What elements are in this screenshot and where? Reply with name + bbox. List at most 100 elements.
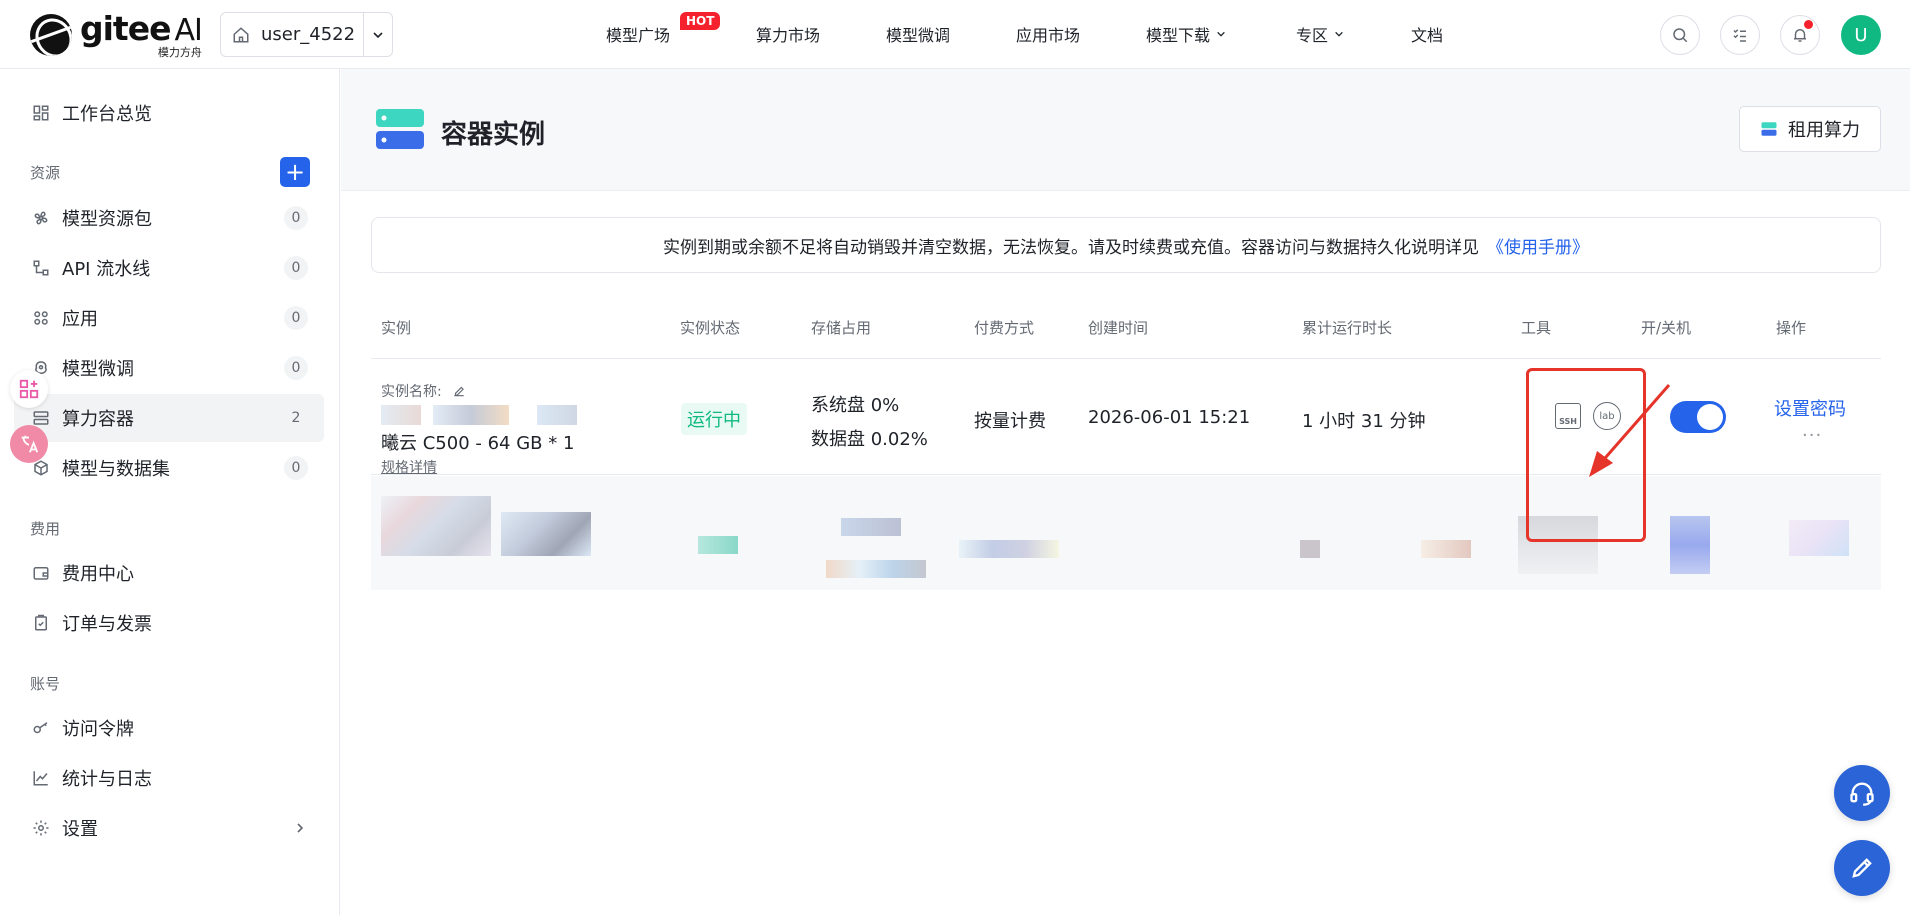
app-widget-button[interactable] <box>10 370 48 408</box>
add-resource-button[interactable]: + <box>280 157 310 187</box>
fan-icon <box>30 209 52 227</box>
sidebar: 工作台总览 资源 + 模型资源包 0 API 流水线 0 应用 0 模型微调 0… <box>0 69 340 915</box>
blurred-cell <box>501 512 591 556</box>
gitee-ai-logo[interactable]: gitee AI 模力方舟 <box>30 9 203 59</box>
page-header: 容器实例 租用算力 <box>341 69 1910 191</box>
section-account: 账号 <box>30 675 61 693</box>
chevron-down-icon <box>1335 31 1343 37</box>
hot-badge: HOT <box>680 12 721 30</box>
nav-model-square[interactable]: 模型广场 <box>606 22 670 46</box>
nav-docs[interactable]: 文档 <box>1411 22 1443 46</box>
blurred-cell <box>1421 540 1471 558</box>
nav-compute-market[interactable]: 算力市场 <box>756 22 820 46</box>
blurred-cell <box>1300 540 1320 558</box>
task-list-button[interactable] <box>1720 15 1760 55</box>
instance-name-label: 实例名称: <box>381 381 466 401</box>
server-icon <box>1761 122 1777 136</box>
server-icon <box>30 409 52 427</box>
count-badge: 0 <box>284 356 308 380</box>
sidebar-item-model-package[interactable]: 模型资源包 0 <box>14 194 324 242</box>
notification-button[interactable] <box>1780 15 1820 55</box>
nav-model-download[interactable]: 模型下载 <box>1146 22 1226 46</box>
sidebar-item-overview[interactable]: 工作台总览 <box>14 89 324 137</box>
search-icon <box>1673 28 1688 43</box>
count-badge: 0 <box>284 256 308 280</box>
blurred-cell <box>959 540 1059 558</box>
list-check-icon <box>1733 29 1746 42</box>
feedback-button[interactable] <box>1834 840 1890 896</box>
sidebar-item-apps[interactable]: 应用 0 <box>14 294 324 342</box>
dashboard-icon <box>30 104 52 122</box>
blurred-cell <box>841 518 901 536</box>
translate-button[interactable] <box>10 425 48 463</box>
brand-ai: AI <box>174 13 202 48</box>
user-selector[interactable]: user_4522 <box>220 12 393 57</box>
top-nav: gitee AI 模力方舟 user_4522 模型广场 HOT 算力市场 模型微… <box>0 0 1910 69</box>
home-icon <box>221 26 261 44</box>
main-content: 容器实例 租用算力 实例到期或余额不足将自动销毁并清空数据，无法恢复。请及时续费… <box>341 69 1910 915</box>
gear-icon <box>30 819 52 837</box>
search-button[interactable] <box>1660 15 1700 55</box>
count-badge: 0 <box>284 206 308 230</box>
nav-app-market[interactable]: 应用市场 <box>1016 22 1080 46</box>
storage-system: 系统盘 0% <box>811 395 900 416</box>
nav-model-finetune[interactable]: 模型微调 <box>886 22 950 46</box>
set-password-link[interactable]: 设置密码 <box>1774 395 1846 421</box>
rent-compute-button[interactable]: 租用算力 <box>1739 106 1881 152</box>
sidebar-item-models-datasets[interactable]: 模型与数据集 0 <box>14 444 324 492</box>
headset-icon <box>1850 782 1874 806</box>
apps-icon <box>30 309 52 327</box>
wallet-icon <box>30 564 52 582</box>
sidebar-item-api-pipeline[interactable]: API 流水线 0 <box>14 244 324 292</box>
line-chart-icon <box>30 769 52 787</box>
pencil-icon <box>1852 858 1872 878</box>
key-icon <box>30 719 52 737</box>
instance-spec: 曦云 C500 - 64 GB * 1 <box>381 433 575 454</box>
blurred-name <box>537 405 577 425</box>
table-row-blurred <box>371 476 1881 590</box>
nav-zone[interactable]: 专区 <box>1296 22 1344 46</box>
status-badge: 运行中 <box>681 403 747 435</box>
notice-banner: 实例到期或余额不足将自动销毁并清空数据，无法恢复。请及时续费或充值。容器访问与数… <box>371 217 1881 273</box>
manual-link[interactable]: 《使用手册》 <box>1487 233 1589 258</box>
chevron-down-icon <box>1217 31 1225 37</box>
run-duration: 1 小时 31 分钟 <box>1302 411 1426 432</box>
section-fees: 费用 <box>30 520 61 538</box>
sidebar-item-orders-invoices[interactable]: 订单与发票 <box>14 599 324 647</box>
more-actions-button[interactable]: ··· <box>1802 425 1822 446</box>
sidebar-item-compute-container[interactable]: 算力容器 2 <box>14 394 324 442</box>
toggle-knob <box>1697 404 1723 430</box>
blurred-cell <box>1670 516 1710 574</box>
storage-data: 数据盘 0.02% <box>811 429 928 450</box>
spec-details-link[interactable]: 规格详情 <box>381 457 437 477</box>
chevron-right-icon <box>297 823 304 833</box>
sidebar-item-access-token[interactable]: 访问令牌 <box>14 704 324 752</box>
brand-sub: 模力方舟 <box>157 46 202 59</box>
created-time: 2026-06-01 15:21 <box>1088 407 1251 428</box>
sidebar-item-stats-logs[interactable]: 统计与日志 <box>14 754 324 802</box>
support-button[interactable] <box>1834 765 1890 821</box>
notification-dot <box>1804 20 1813 29</box>
translate-icon <box>21 435 39 453</box>
edit-icon[interactable] <box>452 384 466 398</box>
avatar[interactable]: U <box>1841 15 1881 55</box>
apps-plus-icon <box>19 379 39 399</box>
section-resources: 资源 <box>30 164 61 182</box>
count-badge: 2 <box>291 410 301 426</box>
chevron-down-icon[interactable] <box>363 13 392 56</box>
blurred-cell <box>826 560 926 578</box>
sidebar-item-billing-center[interactable]: 费用中心 <box>14 549 324 597</box>
count-badge: 0 <box>284 456 308 480</box>
billing-method: 按量计费 <box>974 411 1046 432</box>
table-header: 实例 实例状态 存储占用 付费方式 创建时间 累计运行时长 工具 开/关机 操作 <box>371 295 1881 359</box>
user-name: user_4522 <box>261 24 356 45</box>
brand-name: gitee <box>80 9 171 48</box>
page-title: 容器实例 <box>441 120 546 150</box>
container-stack-icon <box>376 109 424 149</box>
sidebar-item-finetune[interactable]: 模型微调 0 <box>14 344 324 392</box>
blurred-cell <box>381 496 491 556</box>
globe-logo-icon <box>30 14 72 56</box>
power-toggle[interactable] <box>1670 401 1726 433</box>
annotation-arrow-icon <box>1589 384 1671 477</box>
sidebar-item-settings[interactable]: 设置 <box>14 804 324 852</box>
